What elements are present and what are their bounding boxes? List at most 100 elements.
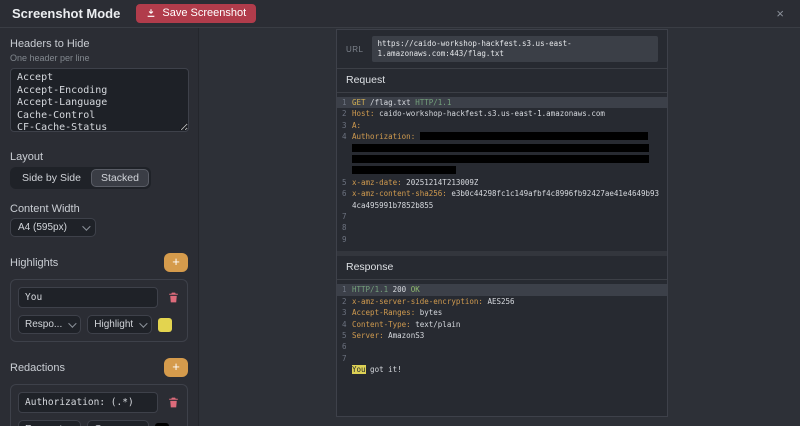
redaction-item-card: Request Opaque ✓ Group 1 <box>10 384 188 426</box>
highlight-style-value: Highlight <box>94 319 133 330</box>
line-number: 7 <box>337 353 352 364</box>
redaction-style-select[interactable]: Opaque <box>87 420 149 426</box>
response-code-block: 1HTTP/1.1 200 OK2x-amz-server-side-encry… <box>337 280 667 381</box>
add-redaction-button[interactable]: + <box>164 358 188 377</box>
code-token: HTTP/1.1 <box>352 285 388 294</box>
headers-to-hide-label: Headers to Hide <box>10 38 188 50</box>
code-token: x-amz-server-side-encryption: <box>352 297 483 306</box>
line-number <box>337 143 352 154</box>
close-icon[interactable]: × <box>772 6 788 21</box>
code-line <box>337 165 667 176</box>
delete-redaction-button[interactable] <box>167 396 180 409</box>
layout-option-side-by-side[interactable]: Side by Side <box>12 169 91 187</box>
highlight-color-swatch[interactable] <box>158 318 172 332</box>
chevron-down-icon <box>68 319 76 327</box>
code-line: 4Content-Type: text/plain <box>337 319 667 330</box>
request-code-block: 1GET /flag.txt HTTP/1.12Host: caido-work… <box>337 93 667 251</box>
highlight-mark: You <box>352 365 366 374</box>
add-highlight-button[interactable]: + <box>164 253 188 272</box>
line-number <box>337 154 352 165</box>
code-token: Accept-Ranges: <box>352 308 415 317</box>
code-line: 2Host: caido-workshop-hackfest.s3.us-eas… <box>337 108 667 119</box>
content-width-value: A4 (595px) <box>18 222 67 233</box>
code-line: 2x-amz-server-side-encryption: AES256 <box>337 296 667 307</box>
highlight-scope-value: Respo... <box>25 319 62 330</box>
trash-icon <box>167 291 180 304</box>
screenshot-preview-panel: URL https://caido-workshop-hackfest.s3.u… <box>336 29 668 417</box>
redaction-bar <box>352 155 649 163</box>
line-number: 2 <box>337 296 352 307</box>
response-card: Response 1HTTP/1.1 200 OK2x-amz-server-s… <box>337 256 667 416</box>
code-line: 1HTTP/1.1 200 OK <box>337 284 667 295</box>
code-line: 3A: <box>337 120 667 131</box>
delete-highlight-button[interactable] <box>167 291 180 304</box>
code-token: /flag.txt <box>366 98 416 107</box>
code-token: e3b0c44298fc1c149afbf4c8996fb92427ae41e4… <box>447 189 659 198</box>
url-row: URL https://caido-workshop-hackfest.s3.u… <box>337 30 667 69</box>
content-width-select[interactable]: A4 (595px) <box>10 218 96 237</box>
redaction-color-swatch[interactable] <box>155 423 169 426</box>
code-line: 7 <box>337 353 667 364</box>
headers-to-hide-textarea[interactable]: Accept Accept-Encoding Accept-Language C… <box>10 68 189 132</box>
line-number: 4 <box>337 131 352 142</box>
highlight-pattern-input[interactable] <box>18 287 158 308</box>
save-screenshot-button[interactable]: Save Screenshot <box>136 4 256 23</box>
line-number: 4 <box>337 319 352 330</box>
highlight-scope-select[interactable]: Respo... <box>18 315 81 334</box>
line-number: 8 <box>337 222 352 233</box>
line-number: 6 <box>337 341 352 352</box>
code-token: A: <box>352 121 361 130</box>
url-value: https://caido-workshop-hackfest.s3.us-ea… <box>372 36 658 62</box>
top-bar: Screenshot Mode Save Screenshot × <box>0 0 800 28</box>
line-number <box>337 200 352 211</box>
layout-option-stacked[interactable]: Stacked <box>91 169 149 187</box>
save-screenshot-label: Save Screenshot <box>162 7 246 19</box>
redaction-bar <box>420 132 648 140</box>
code-line: 8 <box>337 222 667 233</box>
code-line: 5x-amz-date: 20251214T213009Z <box>337 177 667 188</box>
code-token: bytes <box>415 308 442 317</box>
chevron-down-icon <box>82 222 90 230</box>
content-width-label: Content Width <box>10 203 188 215</box>
code-line <box>337 143 667 154</box>
code-line: 3Accept-Ranges: bytes <box>337 307 667 318</box>
line-number <box>337 364 352 375</box>
redaction-scope-select[interactable]: Request <box>18 420 81 426</box>
code-line: You got it! <box>337 364 667 375</box>
code-line: 9 <box>337 234 667 245</box>
layout-label: Layout <box>10 151 188 163</box>
line-number: 1 <box>337 284 352 295</box>
code-token: AES256 <box>483 297 515 306</box>
redaction-bar <box>352 144 649 152</box>
line-number: 5 <box>337 330 352 341</box>
line-number: 7 <box>337 211 352 222</box>
chevron-down-icon <box>139 319 147 327</box>
code-token: 4ca495991b7852b855 <box>352 201 433 210</box>
download-icon <box>146 8 156 18</box>
redaction-pattern-input[interactable] <box>18 392 158 413</box>
settings-sidebar: Headers to Hide One header per line Acce… <box>0 28 199 426</box>
line-number <box>337 165 352 176</box>
code-token: AmazonS3 <box>384 331 425 340</box>
trash-icon <box>167 396 180 409</box>
code-line: 5Server: AmazonS3 <box>337 330 667 341</box>
highlight-item-card: Respo... Highlight <box>10 279 188 342</box>
code-token: 200 <box>388 285 411 294</box>
code-token: Authorization: <box>352 132 415 141</box>
line-number: 6 <box>337 188 352 199</box>
code-token: 20251214T213009Z <box>402 178 479 187</box>
highlights-label: Highlights <box>10 257 58 269</box>
line-number: 2 <box>337 108 352 119</box>
code-token: HTTP/1.1 <box>415 98 451 107</box>
line-number: 9 <box>337 234 352 245</box>
code-line: 4ca495991b7852b855 <box>337 200 667 211</box>
highlight-style-select[interactable]: Highlight <box>87 315 152 334</box>
line-number: 3 <box>337 120 352 131</box>
code-token: Host: <box>352 109 375 118</box>
headers-to-hide-hint: One header per line <box>10 53 188 63</box>
url-label: URL <box>346 45 364 54</box>
code-line <box>337 154 667 165</box>
code-token: x-amz-content-sha256: <box>352 189 447 198</box>
code-line: 6x-amz-content-sha256: e3b0c44298fc1c149… <box>337 188 667 199</box>
code-token: got it! <box>366 365 402 374</box>
